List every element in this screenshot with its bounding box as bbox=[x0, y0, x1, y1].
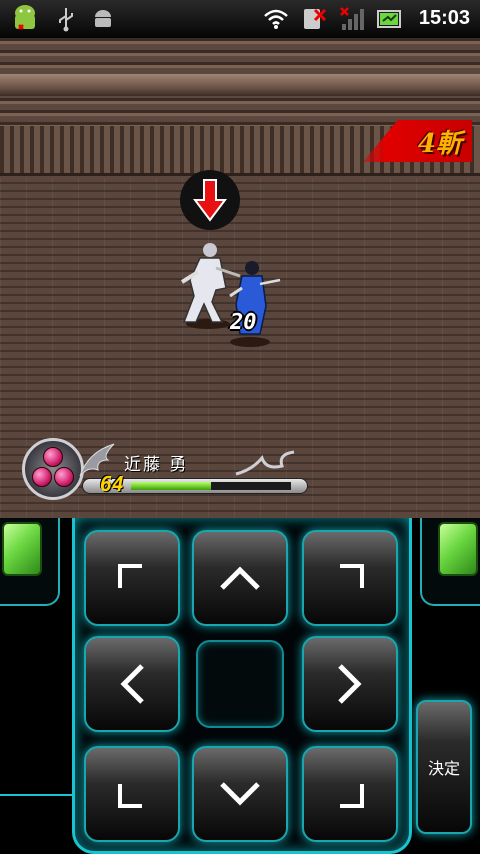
game-area[interactable]: 4斬 20 近藤 勇 64 bbox=[0, 38, 480, 518]
left-green-button[interactable] bbox=[2, 522, 42, 576]
wifi-icon bbox=[262, 4, 290, 34]
usb-icon bbox=[56, 4, 76, 34]
dpad-down-left-button[interactable] bbox=[84, 746, 180, 842]
arrow-right-icon bbox=[338, 664, 362, 704]
dpad-down-button[interactable] bbox=[192, 746, 288, 842]
arrow-down-icon bbox=[220, 782, 260, 806]
arrow-left-icon bbox=[120, 664, 144, 704]
right-shoulder-panel bbox=[420, 518, 480, 606]
arrow-down-left-icon bbox=[118, 784, 142, 808]
android-debug-icon bbox=[8, 4, 42, 34]
arrow-up-right-icon bbox=[340, 564, 364, 588]
left-shoulder-panel bbox=[0, 518, 60, 606]
battery-icon bbox=[376, 4, 404, 34]
signal-icon bbox=[338, 4, 366, 34]
arrow-down-right-icon bbox=[340, 784, 364, 808]
confirm-button[interactable]: 決定 bbox=[416, 700, 472, 834]
dpad-up-button[interactable] bbox=[192, 530, 288, 626]
virtual-controller: 決定 bbox=[0, 518, 480, 854]
tail-ornament-icon bbox=[235, 450, 295, 476]
target-marker bbox=[180, 170, 240, 230]
family-crest-icon bbox=[22, 438, 84, 500]
dpad-right-button[interactable] bbox=[302, 636, 398, 732]
dpad-left-button[interactable] bbox=[84, 636, 180, 732]
dpad-up-left-button[interactable] bbox=[84, 530, 180, 626]
sim-error-icon bbox=[300, 4, 328, 34]
hp-bar-fill bbox=[131, 482, 211, 490]
confirm-label: 決定 bbox=[427, 759, 460, 778]
down-arrow-icon bbox=[193, 179, 227, 222]
damage-number: 20 bbox=[230, 310, 257, 335]
character-name: 近藤 勇 bbox=[124, 455, 189, 475]
left-corner-decoration bbox=[0, 794, 74, 854]
right-green-button[interactable] bbox=[438, 522, 478, 576]
dpad-down-right-button[interactable] bbox=[302, 746, 398, 842]
dpad-center[interactable] bbox=[196, 640, 284, 728]
arrow-up-left-icon bbox=[118, 564, 142, 588]
combo-label: 4斬 bbox=[417, 128, 462, 159]
status-bar: 15:03 bbox=[0, 0, 480, 38]
wall-beam bbox=[0, 74, 480, 96]
dpad-up-right-button[interactable] bbox=[302, 530, 398, 626]
android-icon bbox=[90, 4, 116, 34]
status-clock: 15:03 bbox=[418, 7, 470, 29]
character-hud: 近藤 勇 64 bbox=[22, 438, 312, 508]
arrow-up-icon bbox=[220, 566, 260, 590]
hp-value: 64 bbox=[100, 472, 125, 496]
